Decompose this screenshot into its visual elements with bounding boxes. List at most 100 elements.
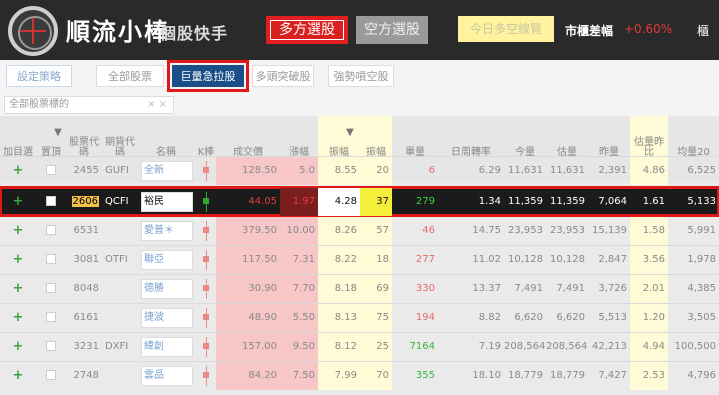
candlestick-icon — [200, 362, 212, 390]
change-pct: 9.50 — [280, 333, 318, 361]
amplitude-value: 8.12 — [318, 333, 360, 361]
yesterday-volume: 5,513 — [598, 312, 627, 323]
stock-name[interactable]: 捷波 — [138, 304, 194, 332]
today-long-short-button[interactable]: 今日多空線覽 — [458, 16, 554, 42]
turnover-rate: 8.82 — [478, 312, 501, 323]
single-volume: 279 — [415, 196, 435, 207]
add-watchlist-button[interactable]: + — [13, 194, 24, 209]
tab-volume-surge[interactable]: 巨量急拉股 — [167, 60, 249, 92]
turnover-rate: 18.10 — [472, 370, 501, 381]
change-pct: 7.50 — [280, 362, 318, 390]
yesterday-volume: 2,391 — [598, 165, 627, 176]
table-row[interactable]: +6161 捷波 48.90 5.50 8.13 75 194 8.82 6,620 6,620 5… — [0, 303, 719, 332]
turnover-rate: 6.29 — [478, 165, 501, 176]
futures-code — [102, 217, 138, 245]
stock-filter-input[interactable]: 全部股票標的 × × — [4, 96, 174, 114]
estimated-volume: 208,564 — [546, 341, 588, 352]
stock-name[interactable]: 愛普＊ — [138, 217, 194, 245]
table-row[interactable]: +3231 DXFI 緯創 157.00 9.50 8.12 25 7164 7.19 208,5… — [0, 332, 719, 361]
stock-name[interactable]: 全新 — [138, 157, 194, 185]
single-volume: 355 — [415, 370, 435, 381]
short-stock-picker-button[interactable]: 空方選股 — [356, 16, 428, 44]
pin-checkbox[interactable] — [46, 341, 56, 351]
stock-code: 3081 — [73, 254, 99, 265]
pin-checkbox[interactable] — [46, 165, 56, 175]
filter-placeholder: 全部股票標的 — [9, 99, 69, 110]
turnover-rate: 1.34 — [478, 196, 501, 207]
market-spread-value: +0.60% — [624, 22, 673, 36]
change-pct: 1.97 — [280, 188, 318, 216]
tab-short-strong[interactable]: 強勢噴空股 — [328, 65, 394, 87]
turnover-rate: 13.37 — [472, 283, 501, 294]
amplitude-rank: 69 — [360, 275, 392, 303]
avg-volume-20: 4,796 — [687, 370, 716, 381]
table-row[interactable]: +8048 德勝 30.90 7.70 8.18 69 330 13.37 7,491 7,491… — [0, 274, 719, 303]
add-watchlist-button[interactable]: + — [13, 281, 24, 296]
yesterday-volume: 15,139 — [592, 225, 627, 236]
add-watchlist-button[interactable]: + — [13, 368, 24, 383]
table-row[interactable]: +2606 QCFI 裕民 44.05 1.97 4.28 37 279 1.34 11,359 1… — [0, 186, 719, 217]
table-row[interactable]: +2455 GUFI 全新 128.50 5.0 8.55 20 6 6.29 11,631 11,… — [0, 156, 719, 185]
stock-code: 3231 — [73, 341, 99, 352]
trade-price: 44.05 — [248, 196, 277, 207]
estimate-ratio: 1.61 — [642, 196, 665, 207]
stock-name[interactable]: 緯創 — [138, 333, 194, 361]
amplitude-rank: 37 — [360, 188, 392, 216]
stock-name[interactable]: 聯亞 — [138, 246, 194, 274]
candlestick-icon — [200, 188, 212, 216]
app-subtitle: 個股快手 — [160, 24, 229, 43]
add-watchlist-button[interactable]: + — [13, 339, 24, 354]
estimated-volume: 11,631 — [550, 165, 585, 176]
estimate-ratio: 1.20 — [630, 304, 668, 332]
tab-all-stocks[interactable]: 全部股票 — [96, 65, 164, 87]
today-volume: 23,953 — [508, 225, 543, 236]
add-watchlist-button[interactable]: + — [13, 252, 24, 267]
market-extra-label: 櫃 — [697, 24, 710, 38]
futures-code: GUFI — [105, 165, 129, 176]
candlestick-icon — [200, 304, 212, 332]
amplitude-rank: 75 — [360, 304, 392, 332]
settings-strategy-button[interactable]: 設定策略 — [6, 65, 72, 87]
single-volume: 46 — [422, 225, 435, 236]
today-volume: 18,779 — [508, 370, 543, 381]
stock-name[interactable]: 雲品 — [138, 362, 194, 390]
filter-row: 全部股票標的 × × — [0, 94, 719, 116]
single-volume: 330 — [415, 283, 435, 294]
amplitude-rank: 25 — [360, 333, 392, 361]
today-volume: 11,631 — [508, 165, 543, 176]
turnover-rate: 14.75 — [472, 225, 501, 236]
long-stock-picker-button[interactable]: 多方選股 — [266, 16, 348, 44]
table-row[interactable]: +2748 雲品 84.20 7.50 7.99 70 355 18.10 18,779 18,7… — [0, 361, 719, 390]
estimate-ratio: 3.56 — [630, 246, 668, 274]
estimate-ratio: 2.53 — [630, 362, 668, 390]
stock-code: 8048 — [73, 283, 99, 294]
pin-checkbox[interactable] — [46, 370, 56, 380]
pin-checkbox[interactable] — [46, 254, 56, 264]
amplitude-value: 8.26 — [318, 217, 360, 245]
yesterday-volume: 42,213 — [592, 341, 627, 352]
single-volume: 194 — [415, 312, 435, 323]
clear-filter-icon[interactable]: × × — [147, 97, 167, 113]
stock-name[interactable]: 裕民 — [138, 188, 194, 216]
tab-long-breakout[interactable]: 多頭突破股 — [252, 65, 314, 87]
add-watchlist-button[interactable]: + — [13, 310, 24, 325]
pin-checkbox[interactable] — [46, 196, 56, 206]
trade-price: 117.50 — [216, 246, 280, 274]
table-row[interactable]: +3081 OTFI 聯亞 117.50 7.31 8.22 18 277 11.02 10,12… — [0, 245, 719, 274]
candlestick-icon — [200, 157, 212, 185]
trade-price: 128.50 — [216, 157, 280, 185]
add-watchlist-button[interactable]: + — [13, 163, 24, 178]
avg-volume-20: 100,500 — [674, 341, 716, 352]
add-watchlist-button[interactable]: + — [13, 223, 24, 238]
pin-checkbox[interactable] — [46, 312, 56, 322]
table-row[interactable]: +6531 愛普＊ 379.50 10.00 8.26 57 46 14.75 23,953 23… — [0, 216, 719, 245]
stock-name[interactable]: 德勝 — [138, 275, 194, 303]
pin-checkbox[interactable] — [46, 283, 56, 293]
futures-code: QCFI — [105, 196, 129, 207]
amplitude-rank: 18 — [360, 246, 392, 274]
stock-code: 2606 — [71, 196, 99, 207]
strategy-tabs: 設定策略 全部股票 巨量急拉股 多頭突破股 強勢噴空股 — [0, 60, 719, 94]
pin-checkbox[interactable] — [46, 225, 56, 235]
single-volume: 277 — [415, 254, 435, 265]
change-pct: 7.70 — [280, 275, 318, 303]
